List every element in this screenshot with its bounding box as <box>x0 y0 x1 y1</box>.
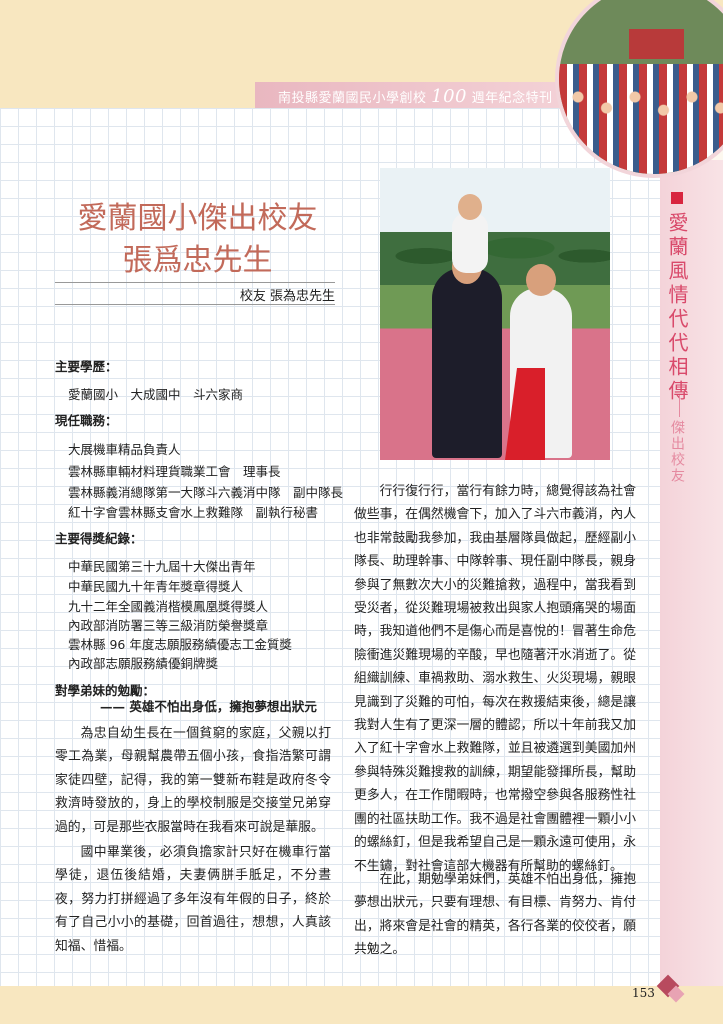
awards-heading: 主要得獎紀錄： <box>55 531 143 546</box>
side-marker-icon <box>671 192 683 204</box>
paragraph-career: 國中畢業後，必須負擔家計只好在機車行當學徒，退伍後結婚，夫妻俩胼手胝足，不分晝夜… <box>55 845 331 954</box>
header-title: 南投縣愛蘭國民小學創校 100 週年紀念特刊 <box>278 86 553 107</box>
bottom-band <box>0 986 723 1024</box>
photo-crowd <box>559 64 723 174</box>
paragraph-encouragement: 在此，期勉學弟妹們，英雄不怕出身低，擁抱夢想出狀元，只要有理想、有目標、肯努力、… <box>354 872 636 958</box>
title-rule-top <box>55 282 335 283</box>
byline-name: 張為忠先生 <box>269 289 335 304</box>
byline: 校友 張為忠先生 <box>55 285 335 304</box>
position-item: 雲林縣車輛材料理貨職業工會 理事長 <box>68 464 281 479</box>
position-item: 雲林縣義消總隊第一大隊斗六義消中隊 副中隊長 <box>68 485 344 500</box>
photo-child-head <box>458 194 482 220</box>
photo-woman-head <box>526 264 556 296</box>
byline-label: 校友 <box>239 289 266 304</box>
education-heading: 主要學歷： <box>55 359 118 374</box>
award-item: 內政部消防署三等三級消防榮譽獎章 <box>68 618 269 633</box>
side-divider <box>679 395 680 417</box>
article-title: 愛蘭國小傑出校友 張爲忠先生 <box>55 198 340 282</box>
award-item: 中華民國第三十九屆十大傑出青年 <box>68 559 256 574</box>
award-item: 雲林縣 96 年度志願服務績優志工金質獎 <box>68 637 292 652</box>
title-rule-bottom <box>55 304 335 305</box>
advice-quote: —— 英雄不怕出身低，擁抱夢想出狀元 <box>100 699 317 714</box>
photo-child <box>452 213 488 273</box>
paragraph-volunteer: 行行復行行，當行有餘力時，總覺得該為社會做些事，在偶然機會下，加入了斗六市義消，… <box>354 484 636 874</box>
award-item: 內政部志願服務績優銅牌獎 <box>68 656 219 671</box>
photo-sign <box>629 29 684 59</box>
position-item: 大展機車精品負責人 <box>68 442 181 457</box>
position-item: 紅十字會雲林縣支會水上救難隊 副執行秘書 <box>68 505 319 520</box>
side-title: 愛蘭風情代代相傳 <box>665 212 689 404</box>
family-photo <box>380 168 610 460</box>
education-item: 愛蘭國小 大成國中 斗六家商 <box>68 387 244 402</box>
header-prefix: 南投縣愛蘭國民小學創校 <box>278 91 427 106</box>
award-item: 九十二年全國義消楷模鳳凰獎得獎人 <box>68 599 269 614</box>
photo-man <box>432 268 502 458</box>
class-photo <box>555 0 723 178</box>
photo-trees <box>380 208 610 288</box>
title-line-2: 張爲忠先生 <box>122 243 273 278</box>
positions-heading: 現任職務： <box>55 413 118 428</box>
side-subtitle: 傑出校友 <box>669 420 685 484</box>
header-suffix: 週年紀念特刊 <box>471 91 553 106</box>
header-number: 100 <box>431 86 468 107</box>
paragraph-childhood: 為忠自幼生長在一個貧窮的家庭，父親以打零工為業，母親幫農帶五個小孩，食指浩繁可謂… <box>55 726 331 835</box>
page-number: 153 <box>632 986 655 1000</box>
award-item: 中華民國九十年青年獎章得獎人 <box>68 579 244 594</box>
title-line-1: 愛蘭國小傑出校友 <box>77 201 318 236</box>
